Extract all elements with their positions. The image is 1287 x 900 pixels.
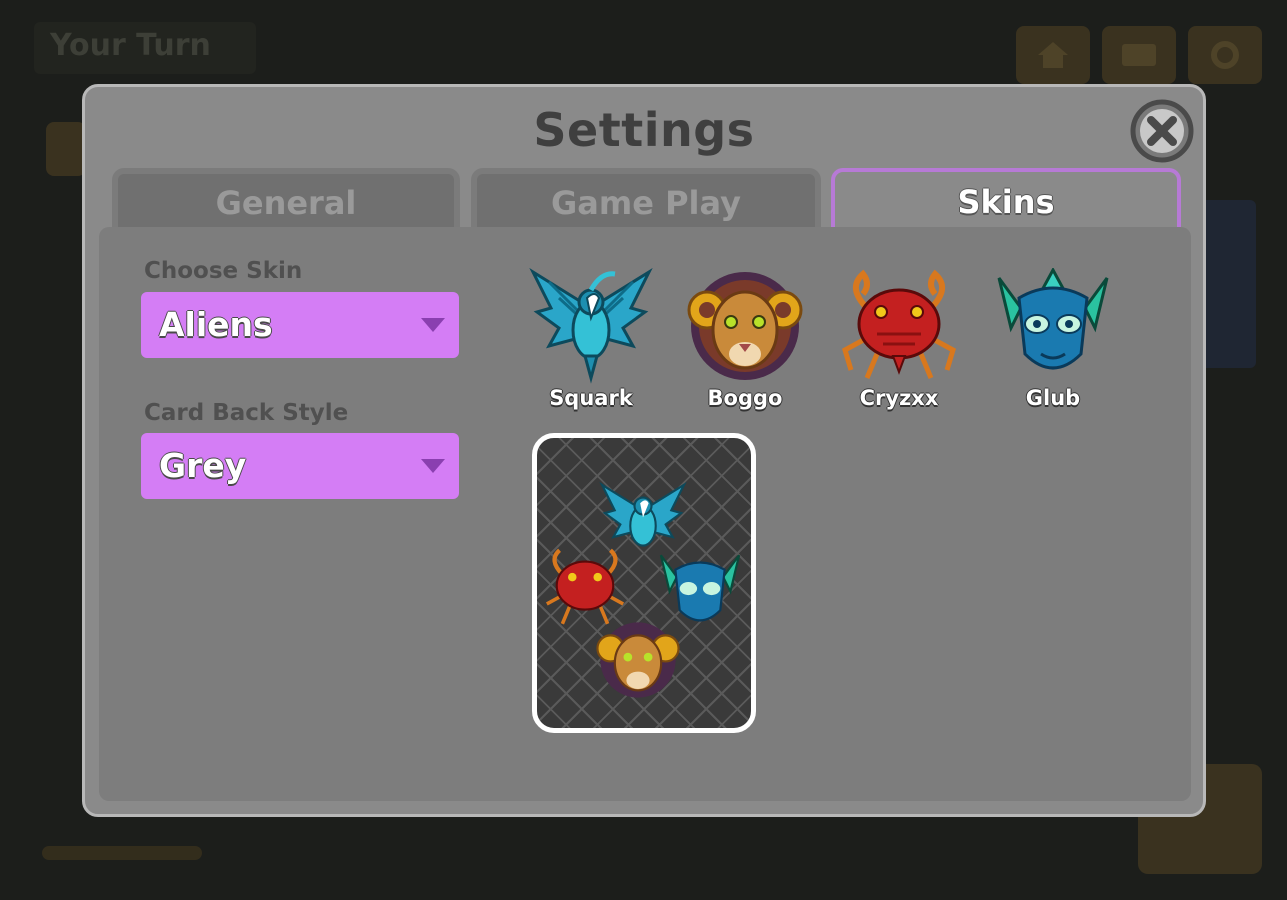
home-icon <box>1038 42 1068 68</box>
skin-option-squark[interactable]: Squark <box>521 268 661 410</box>
background-panel <box>46 122 86 176</box>
fish-alien-icon <box>997 268 1109 370</box>
card-back-label: Card Back Style <box>144 400 349 426</box>
skin-option-boggo[interactable]: Boggo <box>675 268 815 410</box>
close-button[interactable] <box>1129 98 1195 164</box>
tab-skins[interactable]: Skins <box>831 168 1181 234</box>
book-icon <box>1122 44 1156 66</box>
crab-alien-icon <box>545 548 625 625</box>
card-back-dropdown[interactable]: Grey <box>141 433 459 499</box>
crab-alien-icon <box>842 269 956 379</box>
skin-option-cryzxx[interactable]: Cryzxx <box>829 268 969 410</box>
turn-indicator: Your Turn <box>34 22 256 74</box>
card-back-value: Grey <box>159 446 247 485</box>
tab-general[interactable]: General <box>112 168 460 234</box>
skin-option-glub[interactable]: Glub <box>983 268 1123 410</box>
tab-game-play[interactable]: Game Play <box>471 168 821 234</box>
settings-button[interactable] <box>1188 26 1262 84</box>
lion-alien-icon <box>596 622 680 698</box>
home-button[interactable] <box>1016 26 1090 84</box>
close-icon <box>1130 99 1194 163</box>
rules-button[interactable] <box>1102 26 1176 84</box>
lion-alien-icon <box>687 272 803 380</box>
chevron-down-icon <box>421 318 445 332</box>
chevron-down-icon <box>421 459 445 473</box>
background-progress-bar <box>42 846 202 860</box>
bird-alien-icon <box>529 268 653 384</box>
choose-skin-dropdown[interactable]: Aliens <box>141 292 459 358</box>
gear-icon <box>1211 41 1239 69</box>
card-back-preview <box>532 433 756 733</box>
choose-skin-value: Aliens <box>159 305 273 344</box>
modal-title: Settings <box>533 103 755 157</box>
choose-skin-label: Choose Skin <box>144 258 303 284</box>
